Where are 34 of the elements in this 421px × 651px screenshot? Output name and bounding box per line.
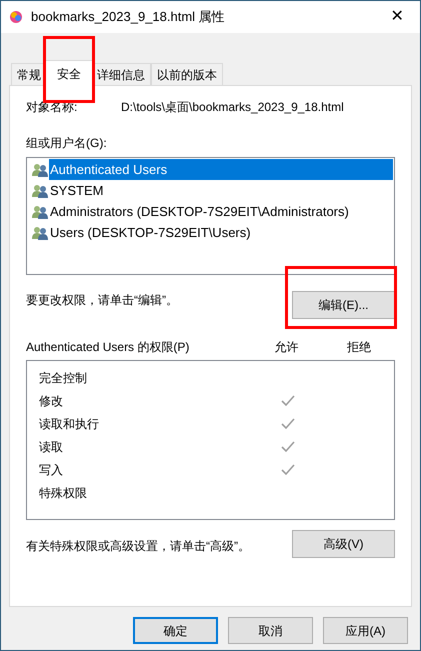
- user-name: Administrators (DESKTOP-7S29EIT\Administrators): [49, 202, 349, 221]
- dialog-button[interactable]: 取消: [228, 617, 313, 644]
- edit-hint: 要更改权限，请单击“编辑”。: [26, 292, 178, 309]
- dialog-button[interactable]: 应用(A): [323, 617, 408, 644]
- tab[interactable]: 以前的版本: [151, 63, 223, 85]
- user-name: SYSTEM: [49, 182, 104, 200]
- permission-name: 读取和执行: [38, 416, 100, 432]
- object-name-value: D:\tools\桌面\bookmarks_2023_9_18.html: [121, 99, 344, 116]
- users-icon: [32, 162, 48, 176]
- window-title: bookmarks_2023_9_18.html 属性: [31, 8, 225, 26]
- dialog-button[interactable]: 确定: [133, 617, 218, 644]
- highlight-frame: [43, 36, 95, 103]
- app-icon: [9, 10, 23, 24]
- tab[interactable]: 安全: [45, 60, 93, 86]
- users-icon: [32, 226, 48, 240]
- permission-name: 特殊权限: [38, 484, 88, 502]
- user-item[interactable]: Administrators (DESKTOP-7S29EIT\Administrators): [28, 201, 393, 222]
- advanced-hint: 有关特殊权限或高级设置，请单击“高级”。: [26, 538, 250, 555]
- users-icon: [32, 204, 48, 218]
- advanced-button[interactable]: 高级(V): [292, 530, 395, 558]
- permission-name: 完全控制: [38, 370, 88, 386]
- user-item[interactable]: SYSTEM: [28, 180, 393, 201]
- groups-label: 组或用户名(G):: [26, 135, 107, 152]
- allow-header: 允许: [273, 339, 300, 356]
- user-name: Users (DESKTOP-7S29EIT\Users): [49, 224, 251, 242]
- user-item[interactable]: Users (DESKTOP-7S29EIT\Users): [28, 222, 393, 243]
- permission-name: 写入: [38, 462, 64, 478]
- permission-name: 修改: [38, 392, 64, 410]
- permission-name: 读取: [38, 438, 64, 456]
- deny-header: 拒绝: [346, 339, 372, 356]
- permissions-label: Authenticated Users 的权限(P): [26, 339, 190, 356]
- users-icon: [32, 184, 48, 198]
- close-button[interactable]: ✕: [382, 5, 412, 29]
- edit-button[interactable]: 编辑(E)...: [292, 291, 395, 319]
